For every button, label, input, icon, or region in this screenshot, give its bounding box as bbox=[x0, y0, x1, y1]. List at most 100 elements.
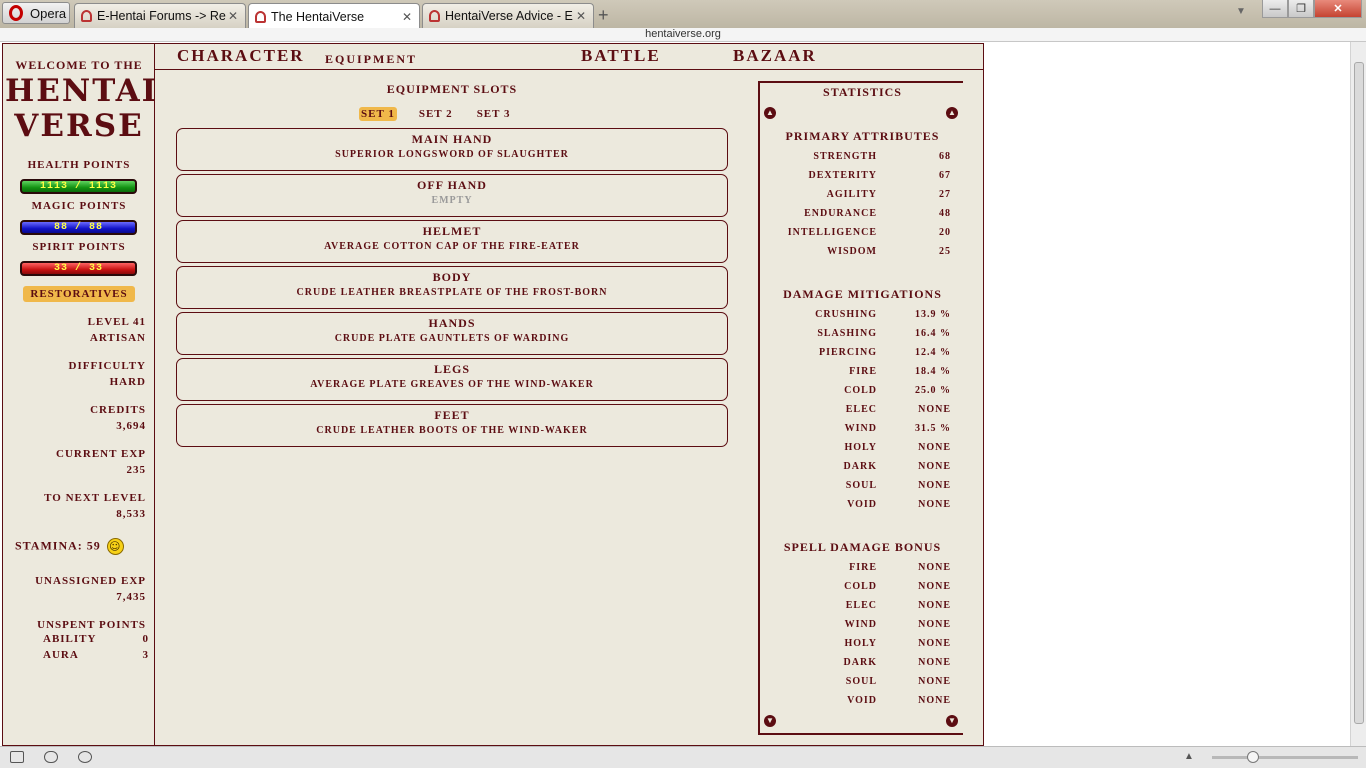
stat-row: Void None bbox=[760, 695, 965, 714]
stat-value: 12.4 % bbox=[915, 347, 951, 358]
zoom-up-icon[interactable]: ▲ bbox=[1184, 751, 1194, 762]
stat-name: Agility bbox=[826, 189, 877, 200]
stat-value: None bbox=[918, 657, 951, 668]
tab-forums[interactable]: E-Hentai Forums -> Re... ✕ bbox=[74, 3, 246, 28]
tab-hentaiverse[interactable]: The HentaiVerse ✕ bbox=[248, 3, 420, 29]
turbo-speedometer-icon[interactable] bbox=[78, 751, 92, 763]
slot-feet[interactable]: Feet Crude Leather Boots of the Wind-wak… bbox=[176, 404, 728, 447]
opera-menu-label: Opera bbox=[30, 5, 67, 21]
cloud-icon[interactable] bbox=[44, 751, 58, 763]
scroll-up-icon[interactable]: ▲ bbox=[764, 107, 776, 119]
slot-body[interactable]: Body Crude Leather Breastplate of the Fr… bbox=[176, 266, 728, 309]
character-sidebar: Welcome to the HENTAI VERSE Health point… bbox=[3, 44, 156, 745]
tab-set-3[interactable]: Set 3 bbox=[475, 107, 513, 121]
slot-main-hand[interactable]: Main Hand Superior Longsword of Slaughte… bbox=[176, 128, 728, 171]
nav-battle[interactable]: Battle bbox=[581, 46, 661, 66]
maximize-button[interactable]: ❐ bbox=[1288, 0, 1314, 18]
tab-close-icon[interactable]: ✕ bbox=[574, 9, 588, 23]
stat-name: Strength bbox=[813, 151, 877, 162]
current-exp-value: 235 bbox=[126, 464, 146, 476]
stat-value: None bbox=[918, 638, 951, 649]
stamina-text: Stamina: 59 bbox=[15, 538, 101, 553]
stat-row: Slashing 16.4 % bbox=[760, 328, 965, 347]
stat-row: Strength 68 bbox=[760, 151, 965, 170]
tab-set-1[interactable]: Set 1 bbox=[359, 107, 397, 121]
stat-name: Holy bbox=[844, 442, 877, 453]
stat-row: Agility 27 bbox=[760, 189, 965, 208]
close-window-button[interactable]: ✕ bbox=[1314, 0, 1362, 18]
stat-value: None bbox=[918, 619, 951, 630]
unassigned-exp-label: Unassigned EXP bbox=[35, 575, 146, 587]
stat-row: Cold None bbox=[760, 581, 965, 600]
stat-name: Soul bbox=[845, 480, 877, 491]
slot-off-hand[interactable]: Off Hand Empty bbox=[176, 174, 728, 217]
stat-row: Soul None bbox=[760, 480, 965, 499]
hentaiverse-logo[interactable]: HENTAI VERSE bbox=[5, 74, 156, 144]
next-level-value: 8,533 bbox=[116, 508, 146, 520]
primary-attributes-title: Primary Attributes bbox=[785, 129, 940, 143]
tab-advice[interactable]: HentaiVerse Advice - E... ✕ bbox=[422, 3, 594, 28]
restoratives-button[interactable]: Restoratives bbox=[23, 286, 135, 302]
stat-name: Wind bbox=[844, 423, 877, 434]
scrollbar-thumb[interactable] bbox=[1354, 62, 1364, 724]
browser-status-bar: ▲ bbox=[0, 746, 1366, 768]
nav-equipment[interactable]: Equipment bbox=[325, 52, 417, 67]
panel-toggle-icon[interactable] bbox=[10, 751, 24, 763]
nav-character[interactable]: Character bbox=[177, 46, 305, 66]
stat-row: Holy None bbox=[760, 638, 965, 657]
stat-name: Fire bbox=[849, 562, 877, 573]
stat-value: 31.5 % bbox=[915, 423, 951, 434]
stat-value: 16.4 % bbox=[915, 328, 951, 339]
slot-hands[interactable]: Hands Crude Plate Gauntlets of Warding bbox=[176, 312, 728, 355]
zoom-slider-handle[interactable] bbox=[1247, 751, 1259, 763]
stat-name: Cold bbox=[844, 385, 877, 396]
stat-value: None bbox=[918, 442, 951, 453]
tab-menu-chevron-icon[interactable]: ▼ bbox=[1236, 6, 1246, 17]
stat-row: Holy None bbox=[760, 442, 965, 461]
stat-row: Fire None bbox=[760, 562, 965, 581]
next-level-label: To Next Level bbox=[44, 492, 146, 504]
scroll-down-icon[interactable]: ▼ bbox=[946, 715, 958, 727]
page-viewport: Welcome to the HENTAI VERSE Health point… bbox=[0, 42, 1350, 746]
stat-value: 18.4 % bbox=[915, 366, 951, 377]
page-scrollbar[interactable] bbox=[1350, 42, 1366, 746]
scroll-up-icon[interactable]: ▲ bbox=[946, 107, 958, 119]
zoom-slider-track[interactable] bbox=[1212, 756, 1358, 759]
favicon-icon bbox=[255, 10, 266, 23]
stat-value: 25 bbox=[939, 246, 951, 257]
scroll-down-icon[interactable]: ▼ bbox=[764, 715, 776, 727]
credits-label: Credits bbox=[90, 404, 146, 416]
tab-label: HentaiVerse Advice - E... bbox=[445, 9, 574, 23]
stat-value: None bbox=[918, 461, 951, 472]
new-tab-button[interactable]: + bbox=[598, 5, 609, 26]
nav-bazaar[interactable]: Bazaar bbox=[733, 46, 817, 66]
slot-item: Average Cotton Cap of the Fire-eater bbox=[324, 241, 580, 252]
opera-menu-button[interactable]: Opera bbox=[2, 2, 70, 24]
equipment-set-tabs: Set 1 Set 2 Set 3 bbox=[359, 107, 513, 121]
stat-row: Soul None bbox=[760, 676, 965, 695]
stat-value: 13.9 % bbox=[915, 309, 951, 320]
address-bar[interactable]: hentaiverse.org bbox=[0, 28, 1366, 42]
health-bar: 1113 / 1113 bbox=[20, 179, 137, 194]
slot-helmet[interactable]: Helmet Average Cotton Cap of the Fire-ea… bbox=[176, 220, 728, 263]
slot-name: Off Hand bbox=[417, 178, 487, 192]
minimize-button[interactable]: — bbox=[1262, 0, 1288, 18]
stat-row: Cold 25.0 % bbox=[760, 385, 965, 404]
browser-tab-bar: Opera E-Hentai Forums -> Re... ✕ The Hen… bbox=[0, 0, 1366, 29]
tab-close-icon[interactable]: ✕ bbox=[400, 10, 414, 24]
stat-row: Dexterity 67 bbox=[760, 170, 965, 189]
stat-name: Crushing bbox=[815, 309, 877, 320]
damage-mitigations-title: Damage Mitigations bbox=[783, 287, 942, 301]
stat-name: Wisdom bbox=[827, 246, 877, 257]
stat-row: Intelligence 20 bbox=[760, 227, 965, 246]
tab-label: The HentaiVerse bbox=[271, 9, 365, 24]
stat-name: Slashing bbox=[817, 328, 877, 339]
stat-row: Elec None bbox=[760, 600, 965, 619]
tab-set-2[interactable]: Set 2 bbox=[417, 107, 455, 121]
stat-row: Piercing 12.4 % bbox=[760, 347, 965, 366]
slot-legs[interactable]: Legs Average Plate Greaves of the Wind-w… bbox=[176, 358, 728, 401]
tab-close-icon[interactable]: ✕ bbox=[226, 9, 240, 23]
hentaiverse-game: Welcome to the HENTAI VERSE Health point… bbox=[2, 43, 984, 746]
stat-name: Void bbox=[847, 695, 877, 706]
stat-value: None bbox=[918, 480, 951, 491]
